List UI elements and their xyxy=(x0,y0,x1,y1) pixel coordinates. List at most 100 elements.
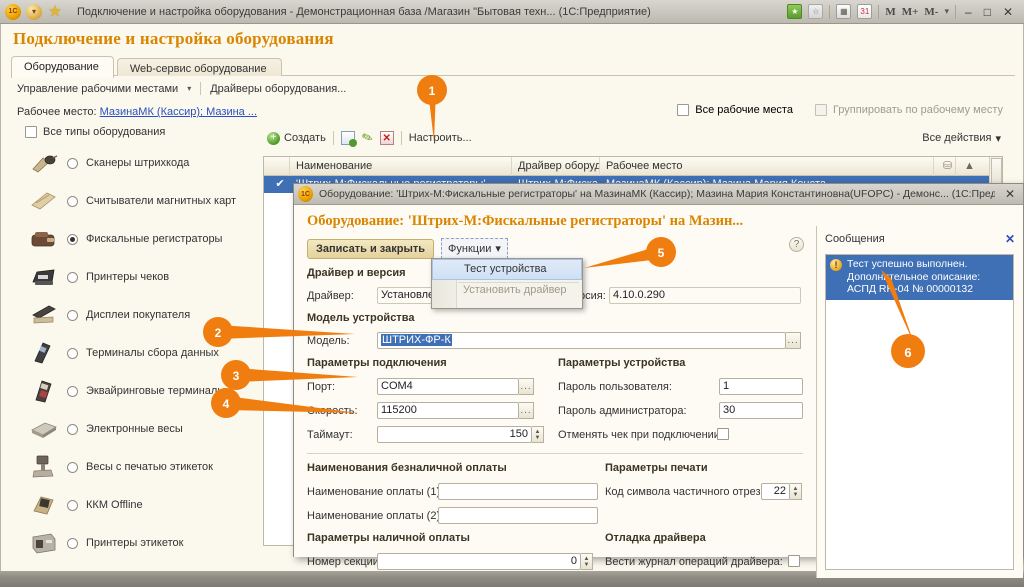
user-password-field[interactable]: 1 xyxy=(719,378,803,395)
grid-col-workplace[interactable]: Рабочее место xyxy=(600,156,934,176)
device-radio-selected[interactable] xyxy=(67,233,78,245)
create-button-label: Создать xyxy=(284,132,326,144)
device-radio[interactable] xyxy=(67,347,78,359)
pencil-icon[interactable]: ✎ xyxy=(359,129,375,148)
titlebar-right-controls: ★ ☆ ▦ 31 M M+ M- ▾ – □ ✕ xyxy=(787,4,1024,19)
section-number-stepper[interactable]: ▲ ▼ xyxy=(581,553,593,570)
stepper-down-icon[interactable]: ▼ xyxy=(584,562,590,568)
partial-cut-label: Код символа частичного отреза: xyxy=(605,486,770,498)
group-by-workplace-check-row: Группировать по рабочему месту xyxy=(814,104,1003,116)
close-button[interactable]: ✕ xyxy=(1000,5,1016,19)
speed-select-button[interactable]: ... xyxy=(519,402,534,419)
workplace-link[interactable]: МазинаМК (Кассир); Мазина ... xyxy=(100,106,257,118)
create-button[interactable]: + Создать xyxy=(267,131,326,145)
row-check-icon[interactable]: ✔ xyxy=(264,176,290,193)
dropdown-icon[interactable]: ▾ xyxy=(26,3,42,20)
partial-cut-field[interactable]: 22 xyxy=(761,483,790,500)
kkm-offline-icon xyxy=(29,492,59,518)
window-titlebar: 1C ▾ ★ Подключение и настройка оборудова… xyxy=(0,0,1024,24)
device-radio[interactable] xyxy=(67,499,78,511)
device-radio[interactable] xyxy=(67,271,78,283)
speed-field[interactable]: 115200 xyxy=(377,402,519,419)
device-radio[interactable] xyxy=(67,461,78,473)
device-item-receipt-printer[interactable]: Принтеры чеков xyxy=(19,258,259,296)
device-label: Сканеры штрихкода xyxy=(86,157,190,169)
driver-log-checkbox[interactable] xyxy=(788,555,800,567)
all-types-checkbox-row[interactable]: Все типы оборудования xyxy=(17,126,259,138)
all-actions-menu[interactable]: Все действия ▾ xyxy=(922,132,1009,145)
grid-col-driver[interactable]: Драйвер оборуд... xyxy=(512,156,600,176)
titlebar-divider-3 xyxy=(955,4,956,19)
device-radio[interactable] xyxy=(67,195,78,207)
model-select-button[interactable]: ... xyxy=(786,332,801,349)
star-icon[interactable]: ★ xyxy=(47,4,63,20)
timeout-field[interactable]: 150 xyxy=(377,426,532,443)
minimize-button[interactable]: – xyxy=(962,5,975,19)
memory-minus-button[interactable]: M- xyxy=(924,6,938,18)
user-password-label: Пароль пользователя: xyxy=(558,381,672,393)
device-label: Электронные весы xyxy=(86,423,183,435)
label-printing-scale-icon xyxy=(29,454,59,480)
copy-icon[interactable] xyxy=(340,131,357,147)
memory-plus-button[interactable]: M+ xyxy=(902,6,919,18)
save-and-close-button[interactable]: Записать и закрыть xyxy=(307,238,435,259)
manage-workplaces-menu[interactable]: Управление рабочими местами xyxy=(17,83,178,95)
pay-name-1-field[interactable] xyxy=(438,483,598,500)
maximize-button[interactable]: □ xyxy=(981,5,994,19)
delete-icon[interactable]: ✕ xyxy=(379,131,394,145)
device-item-magnetic-card-reader[interactable]: Считыватели магнитных карт xyxy=(19,182,259,220)
device-item-kkm-offline[interactable]: ККМ Offline xyxy=(19,486,259,524)
port-select-button[interactable]: ... xyxy=(519,378,534,395)
calculator-icon[interactable]: ▦ xyxy=(836,4,852,19)
device-label: Принтеры чеков xyxy=(86,271,170,283)
section-number-label: Номер секции: xyxy=(307,556,382,568)
section-device-params: Параметры устройства xyxy=(558,357,686,369)
port-field[interactable]: COM4 xyxy=(377,378,519,395)
bookmark-icon[interactable]: ☆ xyxy=(808,4,824,19)
workplace-label: Рабочее место: xyxy=(17,106,97,118)
all-workplaces-checkbox[interactable] xyxy=(677,104,690,116)
admin-password-field[interactable]: 30 xyxy=(719,402,803,419)
dialog-close-button[interactable]: ✕ xyxy=(1001,187,1019,201)
device-item-fiscal-registrar[interactable]: Фискальные регистраторы xyxy=(19,220,259,258)
device-radio[interactable] xyxy=(67,157,78,169)
help-icon[interactable]: ? xyxy=(789,237,804,252)
favorites-icon[interactable]: ★ xyxy=(787,4,803,19)
chevron-down-icon[interactable]: ▾ xyxy=(187,84,191,93)
driver-label: Драйвер: xyxy=(307,290,354,302)
grid-col-filter-icon[interactable]: ▲ xyxy=(956,157,977,176)
device-radio[interactable] xyxy=(67,423,78,435)
stepper-down-icon[interactable]: ▼ xyxy=(535,435,541,441)
model-field[interactable]: ШТРИХ-ФР-К xyxy=(377,332,786,349)
menu-item-device-test[interactable]: Тест устройства xyxy=(432,259,582,280)
functions-menu-button[interactable]: Функции ▾ xyxy=(441,238,508,259)
cancel-check-checkbox[interactable] xyxy=(717,428,729,440)
data-terminal-icon xyxy=(29,340,59,366)
chevron-down-icon[interactable]: ▾ xyxy=(944,6,949,17)
titlebar-divider-2 xyxy=(878,4,880,19)
grid-col-name[interactable]: Наименование xyxy=(290,156,512,176)
device-radio[interactable] xyxy=(67,309,78,321)
memory-button[interactable]: M xyxy=(885,6,895,18)
device-item-barcode-scanner[interactable]: Сканеры штрихкода xyxy=(19,144,259,182)
messages-close-icon[interactable]: ✕ xyxy=(1005,232,1015,246)
section-number-field[interactable]: 0 xyxy=(377,553,581,570)
pay-name-2-field[interactable] xyxy=(438,507,598,524)
tab-equipment[interactable]: Оборудование xyxy=(11,56,114,78)
equipment-drivers-link[interactable]: Драйверы оборудования... xyxy=(210,83,346,95)
device-item-label-scale[interactable]: Весы с печатью этикеток xyxy=(19,448,259,486)
1c-icon: 1C xyxy=(5,3,21,20)
all-workplaces-check-row[interactable]: Все рабочие места xyxy=(677,104,793,116)
device-radio[interactable] xyxy=(67,537,78,549)
content-command-bar: Управление рабочими местами ▾ Драйверы о… xyxy=(17,82,346,95)
stepper-down-icon[interactable]: ▼ xyxy=(793,492,799,498)
all-types-checkbox[interactable] xyxy=(25,126,37,138)
grid-col-sort-icon[interactable]: ⛁ xyxy=(934,156,956,176)
device-radio[interactable] xyxy=(67,385,78,397)
device-item-label-printer[interactable]: Принтеры этикеток xyxy=(19,524,259,562)
pay-name-1-label: Наименование оплаты (1): xyxy=(307,486,444,498)
grid-col-check[interactable] xyxy=(264,156,290,176)
timeout-stepper[interactable]: ▲ ▼ xyxy=(532,426,544,443)
calendar-icon[interactable]: 31 xyxy=(857,4,873,19)
partial-cut-stepper[interactable]: ▲ ▼ xyxy=(790,483,802,500)
